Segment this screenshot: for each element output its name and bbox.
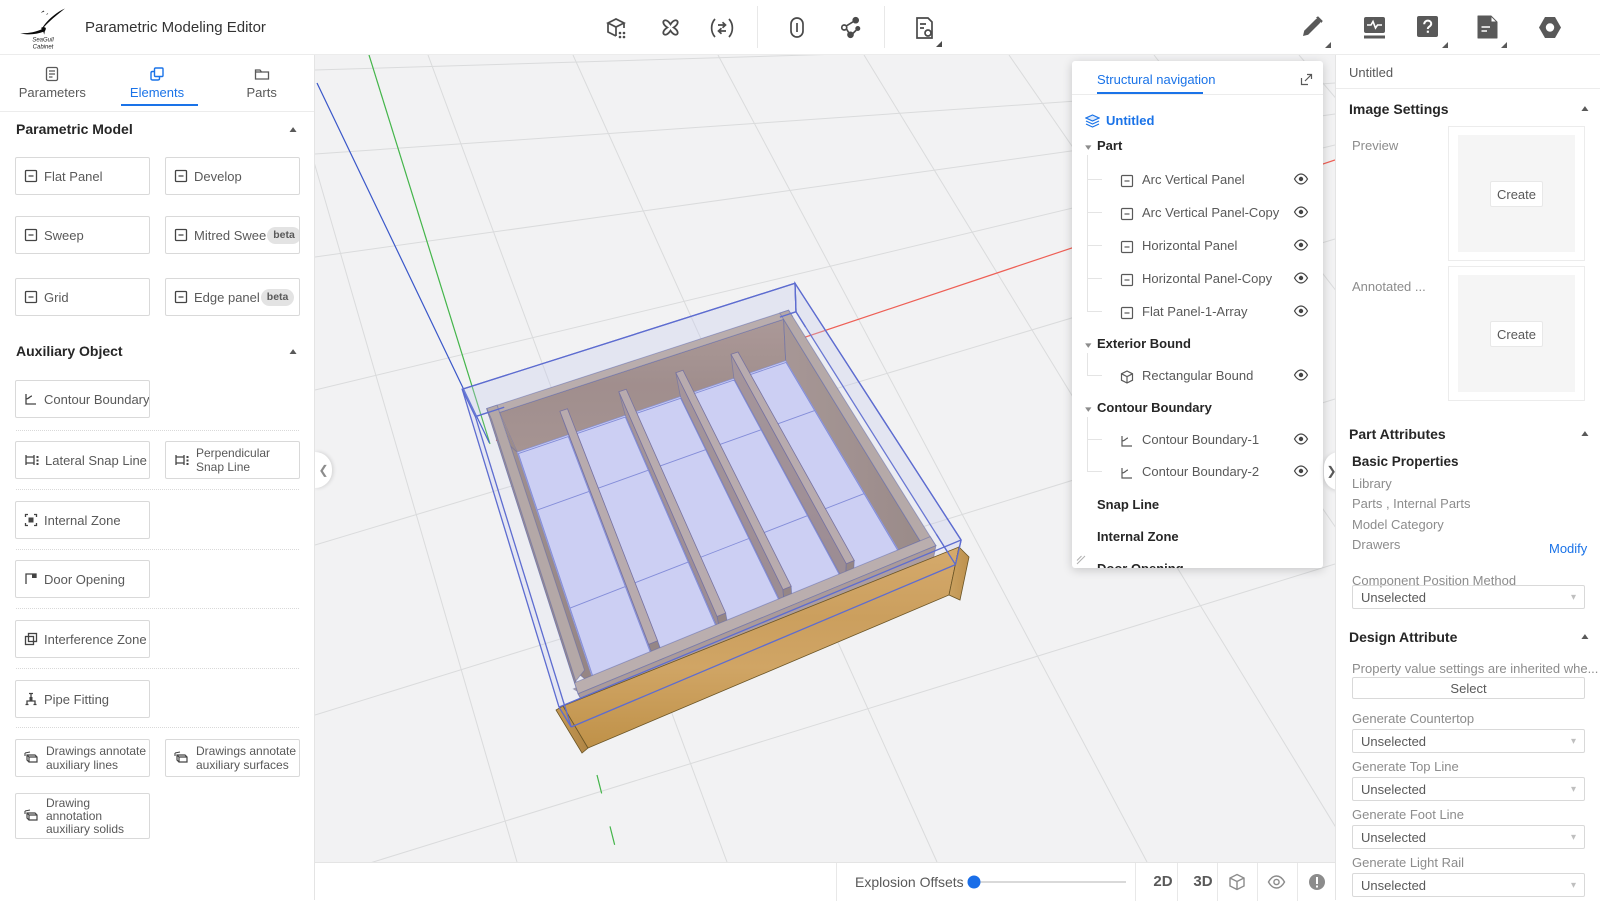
svg-text:SeaGull: SeaGull <box>32 38 54 44</box>
svg-text:Cabinet: Cabinet <box>33 45 54 51</box>
